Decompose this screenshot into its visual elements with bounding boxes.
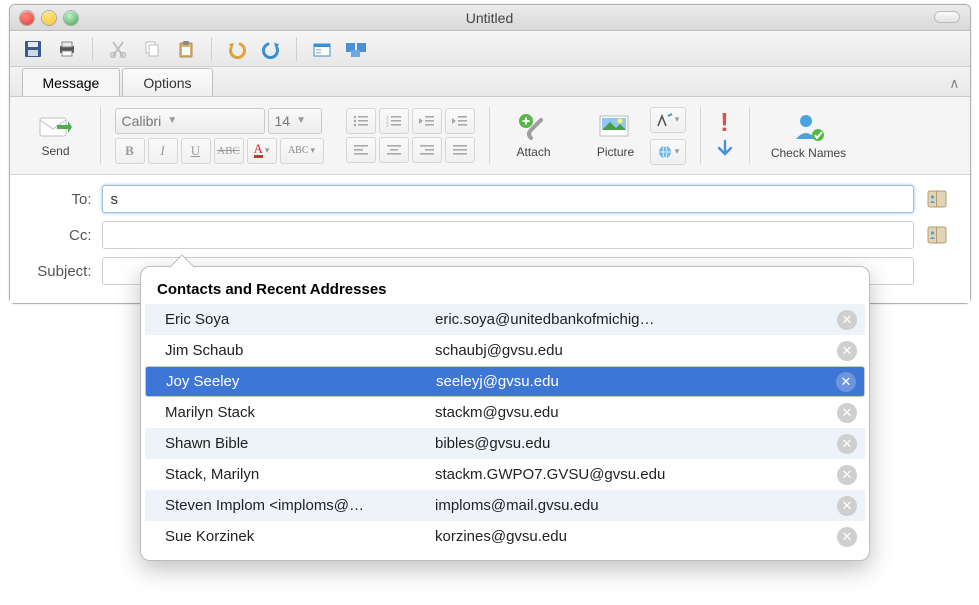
high-importance-button[interactable]: ! [720, 109, 729, 135]
remove-suggestion-icon[interactable]: ✕ [837, 434, 857, 454]
compose-window: Untitled [9, 4, 971, 304]
dropdown-list: Eric Soyaeric.soya@unitedbankofmichig…✕J… [145, 304, 865, 552]
picture-button[interactable]: Picture [586, 101, 646, 171]
autocomplete-dropdown: Contacts and Recent Addresses Eric Soyae… [140, 266, 870, 561]
autocomplete-item[interactable]: Stack, Marilynstackm.GWPO7.GVSU@gvsu.edu… [145, 459, 865, 490]
indent-button[interactable] [445, 108, 475, 134]
align-left-button[interactable] [346, 137, 376, 163]
copy-icon[interactable] [139, 36, 165, 62]
autocomplete-item[interactable]: Sue Korzinekkorzines@gvsu.edu✕ [145, 521, 865, 552]
insert-extra: ▾ ▾ [650, 107, 686, 165]
contact-name: Marilyn Stack [165, 404, 435, 421]
contact-email: eric.soya@unitedbankofmichig… [435, 311, 837, 328]
bullets-button[interactable] [346, 108, 376, 134]
align-justify-button[interactable] [445, 137, 475, 163]
tab-message[interactable]: Message [22, 68, 121, 96]
contact-email: stackm@gvsu.edu [435, 404, 837, 421]
signature-button[interactable]: ▾ [650, 107, 686, 133]
contact-email: imploms@mail.gvsu.edu [435, 497, 837, 514]
contact-name: Steven Implom <imploms@… [165, 497, 435, 514]
picture-label: Picture [597, 145, 634, 159]
addressbook-cc-icon[interactable] [924, 223, 952, 247]
check-names-button[interactable]: Check Names [764, 101, 854, 171]
titlebar: Untitled [10, 5, 970, 31]
print-icon[interactable] [54, 36, 80, 62]
quick-access-toolbar [10, 31, 970, 67]
separator [296, 37, 297, 61]
contact-email: bibles@gvsu.edu [435, 435, 837, 452]
attach-button[interactable]: Attach [504, 101, 564, 171]
remove-suggestion-icon[interactable]: ✕ [837, 527, 857, 547]
undo-icon[interactable] [224, 36, 250, 62]
addressbook-to-icon[interactable] [924, 187, 952, 211]
align-center-button[interactable] [379, 137, 409, 163]
strike-button[interactable]: ABC [214, 138, 244, 164]
remove-suggestion-icon[interactable]: ✕ [837, 310, 857, 330]
toolbar-pill-icon[interactable] [934, 11, 960, 23]
italic-button[interactable]: I [148, 138, 178, 164]
redo-icon[interactable] [258, 36, 284, 62]
cc-label: Cc: [28, 227, 92, 244]
contact-email: schaubj@gvsu.edu [435, 342, 837, 359]
autocomplete-item[interactable]: Marilyn Stackstackm@gvsu.edu✕ [145, 397, 865, 428]
collapse-ribbon-icon[interactable]: ∧ [949, 75, 959, 92]
outdent-button[interactable] [412, 108, 442, 134]
remove-suggestion-icon[interactable]: ✕ [836, 372, 856, 392]
autocomplete-item[interactable]: Steven Implom <imploms@…imploms@mail.gvs… [145, 490, 865, 521]
paste-icon[interactable] [173, 36, 199, 62]
autocomplete-item[interactable]: Joy Seeleyseeleyj@gvsu.edu✕ [145, 366, 865, 397]
tab-options[interactable]: Options [122, 68, 212, 96]
remove-suggestion-icon[interactable]: ✕ [837, 341, 857, 361]
align-right-button[interactable] [412, 137, 442, 163]
attach-label: Attach [516, 145, 550, 159]
window-title: Untitled [10, 10, 970, 26]
ribbon: Send Calibri▼ 14▼ B I U ABC A▾ ABC▾ [10, 97, 970, 175]
media-browser-icon[interactable] [343, 36, 369, 62]
autocomplete-item[interactable]: Shawn Biblebibles@gvsu.edu✕ [145, 428, 865, 459]
font-name-select[interactable]: Calibri▼ [115, 108, 265, 134]
ribbon-tabs: Message Options ∧ [10, 67, 970, 97]
autocomplete-item[interactable]: Eric Soyaeric.soya@unitedbankofmichig…✕ [145, 304, 865, 335]
svg-text:3: 3 [386, 124, 389, 128]
toolbox-icon[interactable] [309, 36, 335, 62]
check-names-label: Check Names [771, 146, 846, 160]
autocomplete-item[interactable]: Jim Schaubschaubj@gvsu.edu✕ [145, 335, 865, 366]
contact-name: Jim Schaub [165, 342, 435, 359]
contact-name: Eric Soya [165, 311, 435, 328]
contact-email: stackm.GWPO7.GVSU@gvsu.edu [435, 466, 837, 483]
font-color-button[interactable]: A▾ [247, 138, 277, 164]
contact-email: seeleyj@gvsu.edu [436, 373, 836, 390]
bold-button[interactable]: B [115, 138, 145, 164]
separator [211, 37, 212, 61]
to-label: To: [28, 191, 92, 208]
save-icon[interactable] [20, 36, 46, 62]
hyperlink-button[interactable]: ▾ [650, 139, 686, 165]
contact-name: Sue Korzinek [165, 528, 435, 545]
highlight-button[interactable]: ABC▾ [280, 138, 324, 164]
low-importance-button[interactable] [715, 139, 735, 162]
font-size-select[interactable]: 14▼ [268, 108, 322, 134]
send-button[interactable]: Send [26, 101, 86, 171]
contact-name: Joy Seeley [166, 373, 436, 390]
remove-suggestion-icon[interactable]: ✕ [837, 403, 857, 423]
cut-icon[interactable] [105, 36, 131, 62]
dropdown-title: Contacts and Recent Addresses [145, 277, 865, 304]
font-group: Calibri▼ 14▼ B I U ABC A▾ ABC▾ [115, 108, 324, 164]
contact-name: Stack, Marilyn [165, 466, 435, 483]
paragraph-group: 123 [346, 108, 475, 163]
separator [92, 37, 93, 61]
contact-email: korzines@gvsu.edu [435, 528, 837, 545]
contact-name: Shawn Bible [165, 435, 435, 452]
remove-suggestion-icon[interactable]: ✕ [837, 496, 857, 516]
send-label: Send [41, 144, 69, 158]
numbering-button[interactable]: 123 [379, 108, 409, 134]
cc-input[interactable] [102, 221, 914, 249]
to-input[interactable] [102, 185, 914, 213]
subject-label: Subject: [28, 263, 92, 280]
underline-button[interactable]: U [181, 138, 211, 164]
remove-suggestion-icon[interactable]: ✕ [837, 465, 857, 485]
